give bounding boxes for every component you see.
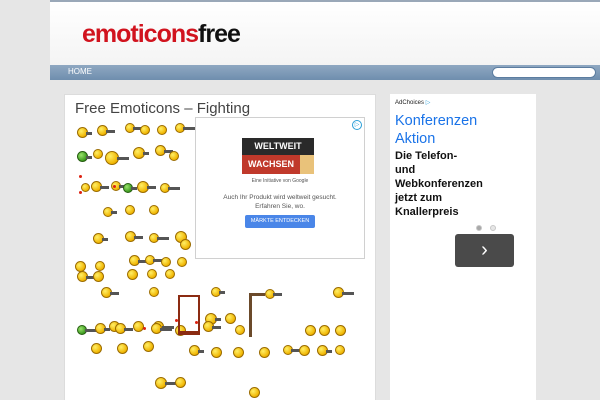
emoticon-smiley-icon[interactable]	[157, 125, 167, 135]
emoticon-smiley-icon[interactable]	[149, 205, 159, 215]
emoticon-weapon-icon	[86, 155, 92, 159]
emoticon-smiley-icon[interactable]	[125, 205, 135, 215]
emoticon-smiley-icon[interactable]	[117, 343, 128, 354]
emoticon-weapon-icon	[117, 157, 129, 160]
emoticon-smiley-icon[interactable]	[143, 341, 154, 352]
sidebar-ad-body: Die Telefon- und Webkonferenzen jetzt zu…	[395, 150, 483, 218]
emoticon-weapon-icon	[219, 291, 225, 294]
ad-brand-top: WELTWEIT	[254, 141, 302, 151]
main-nav: HOME	[50, 65, 600, 80]
emoticon-smiley-icon[interactable]	[95, 261, 105, 271]
emoticon-smiley-icon[interactable]	[147, 269, 157, 279]
emoticon-weapon-icon	[100, 185, 109, 189]
emoticon-weapon-icon	[110, 291, 119, 295]
blood-drop-icon	[79, 191, 82, 194]
emoticon-smiley-icon[interactable]	[235, 325, 245, 335]
ad-brand-strip	[300, 155, 314, 174]
adchoices-text: AdChoices	[395, 100, 425, 106]
adchoices-label[interactable]: AdChoices ▷	[395, 99, 430, 106]
ad-brand-logo: WELTWEIT WACHSEN	[242, 138, 314, 174]
ad-initiative-text: Eine Initiative von Google	[251, 178, 309, 184]
emoticon-weapon-icon	[198, 349, 204, 353]
ad-cta-button[interactable]: MÄRKTE ENTDECKEN	[245, 215, 315, 228]
emoticon-smiley-icon[interactable]	[319, 325, 330, 336]
page-wrapper: emoticonsfree HOME Free Emoticons – Figh…	[50, 0, 600, 400]
sidebar-ad[interactable]: AdChoices ▷ Konferenzen Aktion Die Telef…	[390, 94, 536, 400]
blood-drop-icon	[113, 185, 116, 188]
emoticon-smiley-icon[interactable]	[175, 377, 186, 388]
emoticon-smiley-icon[interactable]	[161, 257, 171, 267]
emoticon-smiley-icon[interactable]	[249, 387, 260, 398]
emoticon-smiley-icon[interactable]	[127, 269, 138, 280]
ad-brand-bottom: WACHSEN	[242, 155, 300, 174]
emoticon-weapon-icon	[273, 293, 282, 296]
emoticon-weapon-icon	[157, 237, 169, 240]
emoticon-smiley-icon[interactable]	[93, 271, 104, 282]
emoticon-weapon-icon	[111, 211, 117, 214]
emoticon-smiley-icon[interactable]	[233, 347, 244, 358]
adchoices-icon: ▷	[425, 100, 431, 106]
emoticon-smiley-icon[interactable]	[93, 149, 103, 159]
emoticon-smiley-icon[interactable]	[177, 257, 187, 267]
emoticon-weapon-icon	[160, 327, 172, 331]
emoticon-weapon-icon	[183, 127, 195, 130]
nav-home-link[interactable]: HOME	[68, 67, 92, 76]
emoticon-weapon-icon	[104, 327, 110, 331]
emoticon-weapon-icon	[212, 325, 221, 329]
emoticon-weapon-icon	[106, 129, 115, 133]
emoticon-weapon-icon	[134, 235, 143, 239]
emoticon-weapon-icon	[143, 152, 149, 155]
post-title: Free Emoticons – Fighting	[75, 100, 251, 117]
site-logo[interactable]: emoticonsfree	[82, 20, 241, 49]
carousel-dot-2[interactable]	[490, 225, 496, 231]
emoticon-weapon-icon	[124, 327, 133, 331]
emoticon-weapon-icon	[215, 318, 221, 321]
emoticon-smiley-icon[interactable]	[211, 347, 222, 358]
emoticon-smiley-icon[interactable]	[133, 321, 144, 332]
emoticon-smiley-icon[interactable]	[180, 239, 191, 250]
emoticon-smiley-icon[interactable]	[335, 345, 345, 355]
carousel-dot-1[interactable]	[476, 225, 482, 231]
ad-info-icon[interactable]: ▷	[352, 120, 362, 130]
emoticon-smiley-icon[interactable]	[259, 347, 270, 358]
site-header: emoticonsfree	[50, 0, 600, 66]
emoticon-smiley-icon[interactable]	[335, 325, 346, 336]
blood-drop-icon	[79, 175, 82, 178]
emoticon-weapon-icon	[86, 131, 92, 135]
display-ad[interactable]: ▷ WELTWEIT WACHSEN Eine Initiative von G…	[195, 117, 365, 259]
sidebar-ad-headline[interactable]: Konferenzen Aktion	[395, 112, 479, 148]
emoticon-weapon-icon	[168, 187, 180, 190]
emoticon-weapon-icon	[147, 186, 156, 189]
emoticon-smiley-icon[interactable]	[91, 343, 102, 354]
blood-drop-icon	[143, 327, 146, 330]
ad-body-text: Auch Ihr Produkt wird weltweit gesucht. …	[223, 194, 337, 210]
emoticon-smiley-icon[interactable]	[169, 151, 179, 161]
search-input[interactable]	[492, 67, 596, 78]
gallows-icon[interactable]	[249, 293, 265, 337]
emoticon-smiley-icon[interactable]	[165, 269, 175, 279]
emoticon-weapon-icon	[342, 291, 354, 295]
emoticon-weapon-icon	[326, 349, 332, 353]
logo-text-free: free	[198, 20, 241, 48]
logo-text-emoticons: emoticons	[82, 20, 199, 48]
emoticon-smiley-icon[interactable]	[225, 313, 236, 324]
emoticon-smiley-icon[interactable]	[299, 345, 310, 356]
emoticon-smiley-icon[interactable]	[149, 287, 159, 297]
emoticon-smiley-icon[interactable]	[305, 325, 316, 336]
next-arrow-button[interactable]: ›	[455, 234, 514, 267]
guillotine-icon[interactable]	[178, 295, 200, 335]
emoticon-weapon-icon	[102, 237, 108, 241]
emoticon-smiley-icon[interactable]	[81, 183, 90, 192]
emoticon-smiley-icon[interactable]	[140, 125, 150, 135]
